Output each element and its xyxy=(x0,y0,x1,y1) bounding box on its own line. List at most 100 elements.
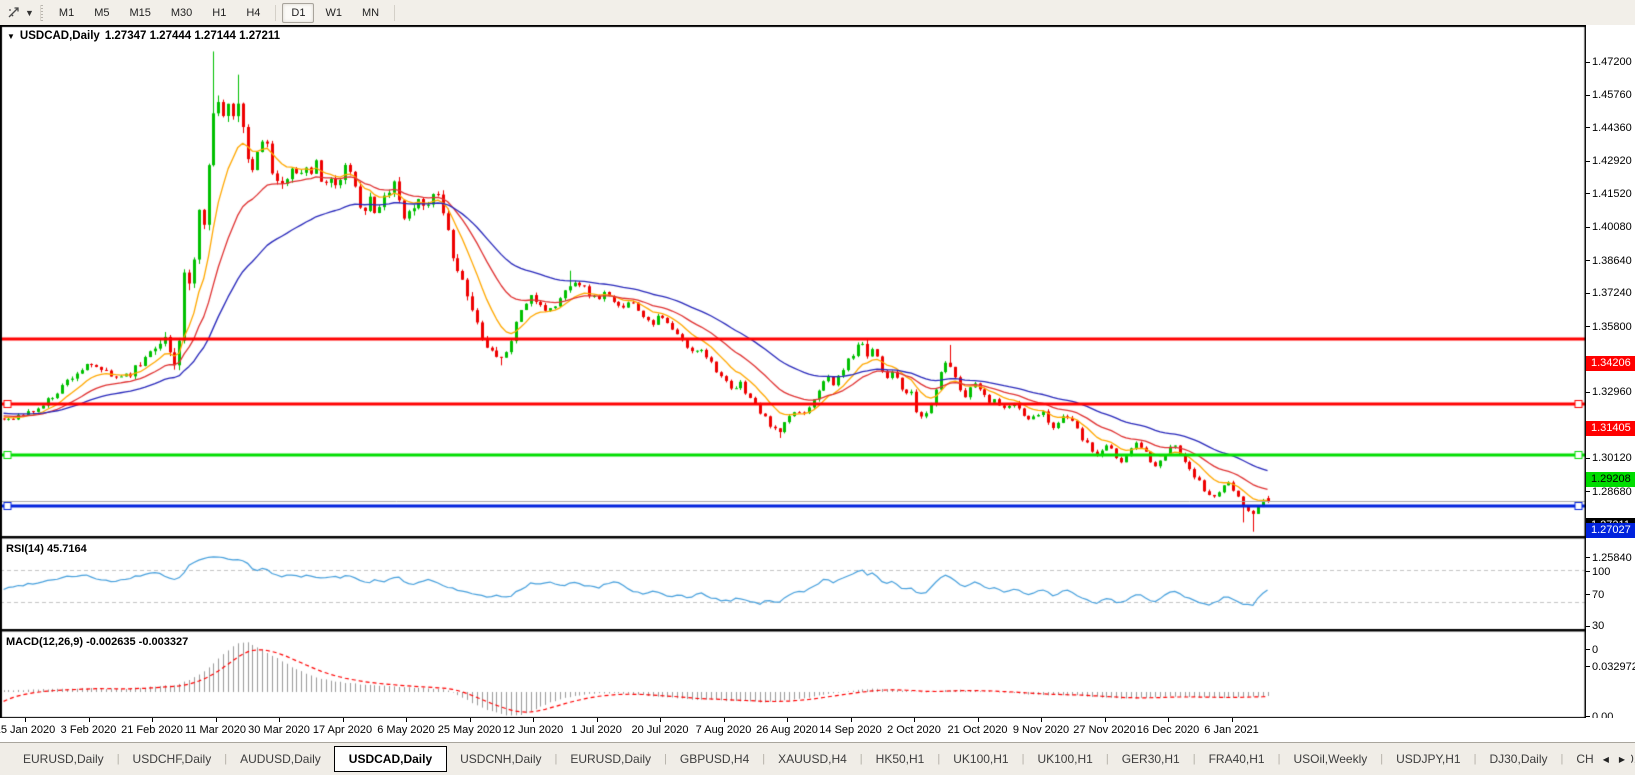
tab-usoil-weekly[interactable]: USOil,Weekly xyxy=(1280,746,1380,772)
axis-tick-mark xyxy=(1586,260,1590,261)
axis-tick-text: 30 xyxy=(1592,620,1604,632)
axis-tick-mark xyxy=(1586,95,1590,96)
timeframe-button-m30[interactable]: M30 xyxy=(162,3,201,23)
timeframe-toolbar: ▼ M1M5M15M30H1H4 D1W1MN xyxy=(0,0,1635,25)
date-tick-mark xyxy=(216,718,217,722)
toolbar-grip[interactable] xyxy=(40,5,43,21)
axis-tick-text: 1.32960 xyxy=(1592,386,1632,398)
tab-scroll-left-icon[interactable]: ◀ xyxy=(1603,755,1609,764)
toolbar-separator xyxy=(394,5,395,21)
axis-tick-mark xyxy=(1586,716,1590,717)
date-label: 6 May 2020 xyxy=(377,724,434,736)
axis-tick-text: 1.28680 xyxy=(1592,486,1632,498)
tab-eurusd-daily[interactable]: EURUSD,Daily xyxy=(10,746,117,772)
tab-uk100-h1[interactable]: UK100,H1 xyxy=(1024,746,1105,772)
date-label: 7 Aug 2020 xyxy=(696,724,752,736)
tab-usdcnh-daily[interactable]: USDCNH,Daily xyxy=(447,746,554,772)
timeframe-button-w1[interactable]: W1 xyxy=(316,3,351,23)
tab-uk100-h1[interactable]: UK100,H1 xyxy=(940,746,1021,772)
tab-xauusd-h4[interactable]: XAUUSD,H4 xyxy=(765,746,860,772)
price-tick-label: 1.35800 xyxy=(1586,320,1632,333)
axis-tick-mark xyxy=(1586,649,1590,650)
tab-ger30-h1[interactable]: GER30,H1 xyxy=(1109,746,1193,772)
date-tick-mark xyxy=(724,718,725,722)
timeframe-button-h4[interactable]: H4 xyxy=(237,3,269,23)
date-label: 11 Mar 2020 xyxy=(185,724,246,736)
date-tick-mark xyxy=(1041,718,1042,722)
tab-scroll-arrows: ◀▶ xyxy=(1593,743,1631,775)
axis-tick-mark xyxy=(1586,161,1590,162)
price-tick-label: 1.42920 xyxy=(1586,155,1632,168)
date-tick-mark xyxy=(851,718,852,722)
rsi-scale-label: 70 xyxy=(1586,588,1604,601)
date-label: 27 Nov 2020 xyxy=(1073,724,1135,736)
date-tick-mark xyxy=(1105,718,1106,722)
tab-dj30-daily[interactable]: DJ30,Daily xyxy=(1476,746,1560,772)
tab-hk50-h1[interactable]: HK50,H1 xyxy=(863,746,938,772)
date-label: 21 Oct 2020 xyxy=(948,724,1008,736)
date-tick-mark xyxy=(533,718,534,722)
date-label: 2 Oct 2020 xyxy=(887,724,941,736)
axis-tick-text: 70 xyxy=(1592,589,1604,601)
price-badge: 1.29208 xyxy=(1586,472,1635,487)
axis-tick-mark xyxy=(1586,227,1590,228)
date-label: 26 Aug 2020 xyxy=(756,724,818,736)
price-badge: 1.31405 xyxy=(1586,421,1635,436)
timeframe-buttons: M1M5M15M30H1H4 D1W1MN xyxy=(49,3,400,23)
axis-tick-mark xyxy=(1586,491,1590,492)
date-tick-mark xyxy=(89,718,90,722)
axis-tick-text: 1.40080 xyxy=(1592,221,1632,233)
rsi-indicator-label: RSI(14) 45.7164 xyxy=(6,543,87,555)
tab-gbpusd-h4[interactable]: GBPUSD,H4 xyxy=(667,746,762,772)
macd-scale-label: 0.032972 xyxy=(1586,660,1635,673)
axis-tick-text: 1.37240 xyxy=(1592,287,1632,299)
tab-eurusd-daily[interactable]: EURUSD,Daily xyxy=(557,746,664,772)
timeframe-button-m1[interactable]: M1 xyxy=(50,3,83,23)
date-label: 16 Dec 2020 xyxy=(1137,724,1199,736)
date-label: 6 Jan 2021 xyxy=(1204,724,1258,736)
price-tick-label: 1.32960 xyxy=(1586,386,1632,399)
date-label: 12 Jun 2020 xyxy=(503,724,564,736)
chart-menu-icon[interactable]: ▼ xyxy=(7,32,15,41)
date-label: 1 Jul 2020 xyxy=(571,724,622,736)
tab-usdcad-daily[interactable]: USDCAD,Daily xyxy=(334,746,447,772)
chart-canvas[interactable] xyxy=(0,25,1586,718)
timeframe-button-h1[interactable]: H1 xyxy=(203,3,235,23)
price-axis[interactable]: 1.472001.457601.443601.429201.415201.400… xyxy=(1586,50,1635,743)
tab-scroll-right-icon[interactable]: ▶ xyxy=(1619,755,1625,764)
tab-fra40-h1[interactable]: FRA40,H1 xyxy=(1196,746,1278,772)
rsi-scale-label: 0 xyxy=(1586,643,1598,656)
chart-tab-bar: EURUSD,Daily|USDCHF,Daily|AUDUSD,DailyUS… xyxy=(0,742,1635,775)
axis-tick-text: 1.35800 xyxy=(1592,321,1632,333)
tab-usdchf-daily[interactable]: USDCHF,Daily xyxy=(120,746,225,772)
date-label: 15 Jan 2020 xyxy=(0,724,55,736)
date-axis[interactable]: 15 Jan 20203 Feb 202021 Feb 202011 Mar 2… xyxy=(0,718,1635,742)
date-tick-mark xyxy=(25,718,26,722)
macd-indicator-label: MACD(12,26,9) -0.002635 -0.003327 xyxy=(6,636,188,648)
timeframe-button-d1[interactable]: D1 xyxy=(282,3,314,23)
price-tick-label: 1.47200 xyxy=(1586,56,1632,69)
date-label: 25 May 2020 xyxy=(438,724,502,736)
trading-terminal: ▼ M1M5M15M30H1H4 D1W1MN ▼ USDCAD,Daily 1.… xyxy=(0,0,1635,775)
axis-tick-mark xyxy=(1586,293,1590,294)
chevron-down-icon[interactable]: ▼ xyxy=(24,8,38,18)
tab-usdjpy-h1[interactable]: USDJPY,H1 xyxy=(1383,746,1473,772)
price-badge: 1.34206 xyxy=(1586,356,1635,371)
date-tick-mark xyxy=(1168,718,1169,722)
chart-window: ▼ USDCAD,Daily 1.27347 1.27444 1.27144 1… xyxy=(0,25,1635,718)
price-tick-label: 1.40080 xyxy=(1586,221,1632,234)
crosshair-cursor-glyph xyxy=(7,6,21,19)
timeframe-button-m15[interactable]: M15 xyxy=(120,3,159,23)
date-tick-mark xyxy=(597,718,598,722)
crosshair-cursor-icon[interactable] xyxy=(4,4,24,21)
timeframe-button-mn[interactable]: MN xyxy=(353,3,388,23)
date-label: 9 Nov 2020 xyxy=(1013,724,1069,736)
rsi-scale-label: 30 xyxy=(1586,620,1604,633)
axis-tick-mark xyxy=(1586,193,1590,194)
price-tick-label: 1.30120 xyxy=(1586,452,1632,465)
price-tick-label: 1.25840 xyxy=(1586,551,1632,564)
timeframe-button-m5[interactable]: M5 xyxy=(85,3,118,23)
tab-audusd-daily[interactable]: AUDUSD,Daily xyxy=(227,746,334,772)
axis-tick-text: 1.47200 xyxy=(1592,56,1632,68)
price-badge: 1.27027 xyxy=(1586,523,1635,538)
